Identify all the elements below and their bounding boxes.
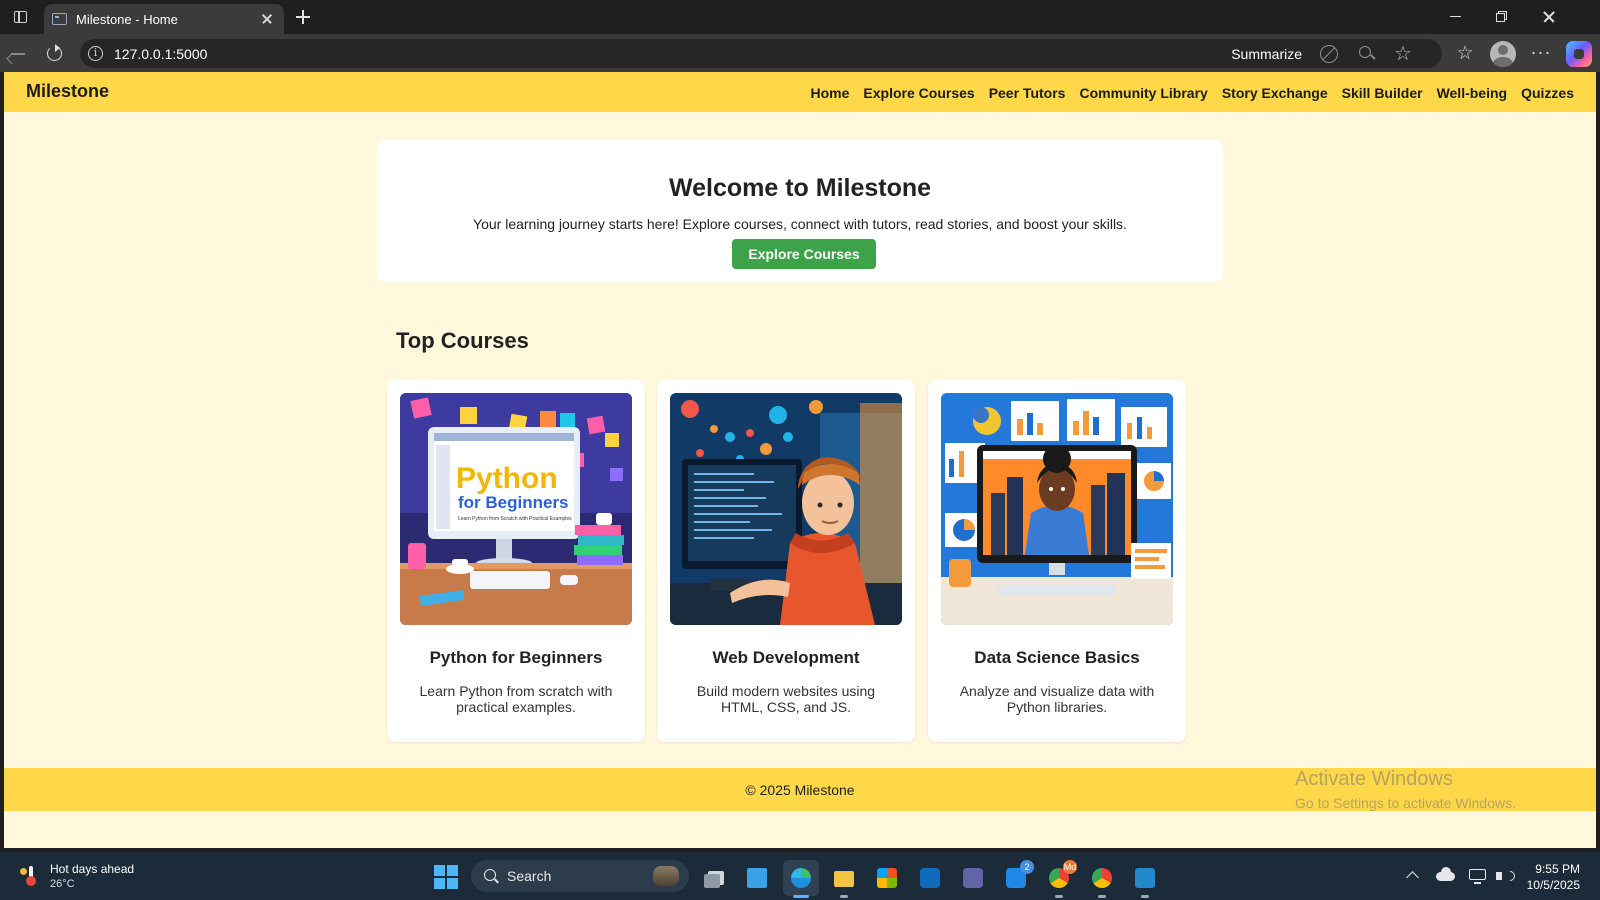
microsoft-store-icon[interactable] (869, 860, 905, 896)
close-tab-icon[interactable] (258, 10, 276, 28)
weather-title: Hot days ahead (50, 862, 135, 876)
taskbar: Hot days ahead 26°C Search 2 Md 9:55 PM … (0, 852, 1600, 900)
back-button[interactable] (6, 41, 32, 67)
browser-toolbar: 127.0.0.1:5000 Summarize ☆ ☆ ··· (0, 34, 1600, 72)
activate-windows-watermark: Activate Windows Go to Settings to activ… (1295, 768, 1516, 811)
nav-link-community-library[interactable]: Community Library (1079, 85, 1207, 101)
watermark-line-2: Go to Settings to activate Windows. (1295, 795, 1516, 811)
nav-link-home[interactable]: Home (811, 85, 850, 101)
zoom-icon[interactable] (1358, 45, 1376, 63)
favorite-star-icon[interactable]: ☆ (1394, 44, 1412, 64)
nav-link-story-exchange[interactable]: Story Exchange (1222, 85, 1328, 101)
onedrive-cloud-icon[interactable] (1436, 867, 1456, 885)
tab-actions-icon[interactable] (8, 6, 32, 28)
course-title[interactable]: Web Development (657, 648, 915, 668)
nav-link-quizzes[interactable]: Quizzes (1521, 85, 1574, 101)
notification-badge: 2 (1020, 860, 1034, 874)
show-hidden-icons-chevron-icon[interactable] (1404, 867, 1424, 885)
course-description: Learn Python from scratch with practical… (419, 683, 613, 715)
restore-window-button[interactable] (1479, 0, 1525, 34)
top-courses-heading: Top Courses (396, 328, 529, 353)
site-header: Milestone Home Explore Courses Peer Tuto… (4, 72, 1596, 112)
network-icon[interactable] (1468, 867, 1488, 885)
image-text-python: Python (456, 462, 558, 495)
volume-icon[interactable] (1494, 867, 1514, 885)
course-description: Build modern websites using HTML, CSS, a… (696, 683, 876, 715)
file-explorer-icon[interactable] (826, 860, 862, 898)
new-tab-button[interactable] (292, 6, 314, 28)
task-view-icon[interactable] (696, 860, 732, 896)
more-options-icon[interactable]: ··· (1528, 41, 1554, 67)
address-url[interactable]: 127.0.0.1:5000 (114, 46, 207, 62)
course-card-data-science[interactable]: Data Science Basics Analyze and visualiz… (928, 380, 1186, 742)
outlook-icon[interactable] (912, 860, 948, 896)
profile-avatar-icon[interactable] (1490, 41, 1516, 67)
nav-link-peer-tutors[interactable]: Peer Tutors (989, 85, 1066, 101)
clock-date: 10/5/2025 (1526, 878, 1580, 892)
page-viewport: Milestone Home Explore Courses Peer Tuto… (4, 72, 1596, 848)
weather-temperature: 26°C (50, 878, 75, 890)
course-card-web-development[interactable]: Web Development Build modern websites us… (657, 380, 915, 742)
tab-title: Milestone - Home (76, 12, 178, 27)
course-card-python[interactable]: Python for Beginners Learn Python from S… (387, 380, 645, 742)
hero-subtitle: Your learning journey starts here! Explo… (473, 216, 1127, 232)
address-bar[interactable]: 127.0.0.1:5000 Summarize ☆ (80, 39, 1442, 68)
course-image-python[interactable]: Python for Beginners Learn Python from S… (400, 393, 632, 625)
favorites-icon[interactable]: ☆ (1452, 41, 1478, 67)
course-title[interactable]: Data Science Basics (928, 648, 1186, 668)
tracking-prevention-icon[interactable] (1320, 45, 1338, 63)
close-window-button[interactable] (1525, 0, 1571, 34)
site-info-icon[interactable] (88, 46, 103, 61)
main-nav: Home Explore Courses Peer Tutors Communi… (811, 85, 1574, 101)
watermark-line-1: Activate Windows (1295, 768, 1453, 790)
course-image-data-science[interactable] (941, 393, 1173, 625)
teams-icon[interactable] (955, 860, 991, 896)
taskbar-search-label: Search (507, 868, 552, 884)
browser-tab-strip: Milestone - Home (0, 0, 1600, 34)
course-title[interactable]: Python for Beginners (387, 648, 645, 668)
chrome-profile-badge: Md (1063, 860, 1077, 874)
search-icon (483, 868, 499, 884)
minimize-window-button[interactable] (1433, 0, 1479, 34)
chrome-icon[interactable] (1084, 860, 1120, 898)
vscode-icon[interactable] (1127, 860, 1163, 898)
hero-panel: Welcome to Milestone Your learning journ… (377, 140, 1223, 282)
taskbar-clock[interactable]: 9:55 PM 10/5/2025 (1527, 861, 1580, 893)
image-text-for-beginners: for Beginners (458, 493, 569, 512)
hero-title: Welcome to Milestone (668, 174, 932, 202)
nav-link-skill-builder[interactable]: Skill Builder (1342, 85, 1423, 101)
edge-browser-icon[interactable] (783, 860, 819, 898)
chrome-profile-icon[interactable]: Md (1041, 860, 1077, 898)
course-image-web-development[interactable] (670, 393, 902, 625)
nav-link-explore-courses[interactable]: Explore Courses (863, 85, 974, 101)
explore-courses-button[interactable]: Explore Courses (732, 239, 876, 269)
clock-time: 9:55 PM (1535, 862, 1580, 876)
windows-start-icon[interactable] (434, 865, 458, 889)
course-description: Analyze and visualize data with Python l… (959, 683, 1155, 715)
search-highlight-icon (653, 866, 679, 886)
taskbar-search-box[interactable]: Search (471, 860, 689, 892)
summarize-button[interactable]: Summarize (1231, 46, 1302, 62)
thermometer-icon[interactable] (20, 864, 38, 888)
site-favicon-icon (52, 13, 67, 25)
weather-widget[interactable]: Hot days ahead 26°C (50, 862, 134, 890)
copilot-icon[interactable] (1566, 41, 1592, 67)
desktop-app-icon[interactable] (739, 860, 775, 896)
site-brand[interactable]: Milestone (26, 81, 109, 102)
image-text-tagline: Learn Python from Scratch with Practical… (458, 516, 572, 522)
nav-link-well-being[interactable]: Well-being (1437, 85, 1508, 101)
browser-tab-active[interactable]: Milestone - Home (44, 4, 284, 34)
chat-app-icon[interactable]: 2 (998, 860, 1034, 896)
refresh-button[interactable] (42, 41, 68, 67)
